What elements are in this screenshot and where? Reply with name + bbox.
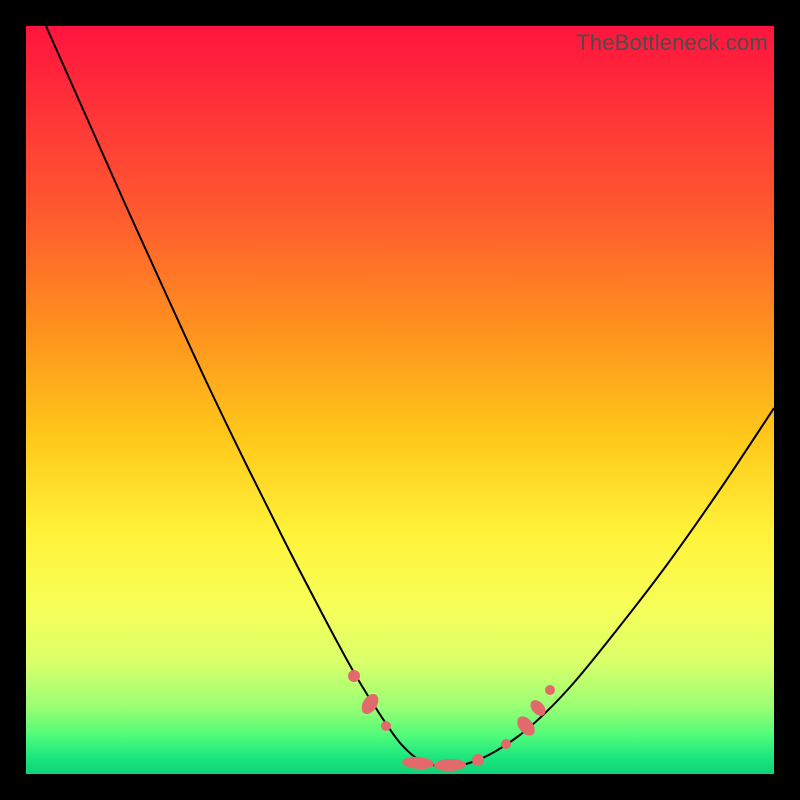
curve-marker (528, 697, 549, 718)
curve-marker (545, 685, 555, 695)
curve-marker (402, 756, 435, 770)
chart-plot-area: TheBottleneck.com (26, 26, 774, 774)
curve-marker (434, 758, 466, 771)
curve-marker (348, 670, 360, 682)
bottleneck-curve (46, 26, 774, 766)
watermark-text: TheBottleneck.com (576, 30, 768, 56)
curve-marker (381, 721, 391, 731)
curve-marker (514, 713, 539, 739)
curve-marker (358, 691, 382, 717)
chart-frame: TheBottleneck.com (0, 0, 800, 800)
chart-svg (26, 26, 774, 774)
curve-markers (348, 670, 555, 772)
curve-marker (501, 739, 511, 749)
curve-marker (472, 754, 484, 766)
